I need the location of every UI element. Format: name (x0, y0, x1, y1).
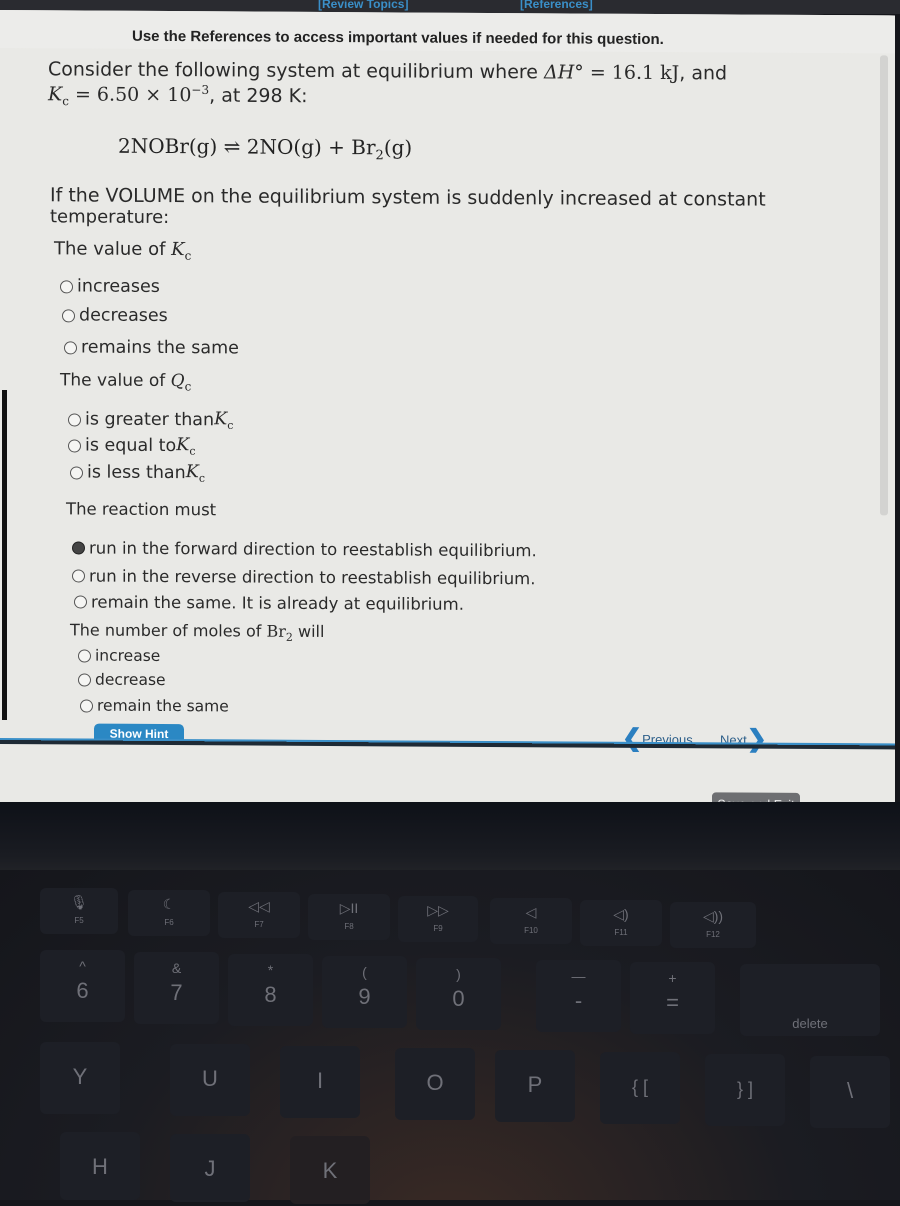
kc-prompt: The value of Kc (54, 238, 192, 263)
key-f8[interactable]: ▷II F8 (308, 894, 390, 940)
header-band: Use the References to access important v… (0, 10, 895, 54)
question-panel: Use the References to access important v… (0, 10, 895, 817)
radio-button[interactable] (68, 439, 81, 453)
moon-icon: ☾ (162, 896, 176, 912)
references-note: Use the References to access important v… (132, 27, 664, 49)
key-equals[interactable]: + = (630, 962, 715, 1034)
key-f10[interactable]: ◁ F10 (490, 898, 572, 944)
mic-icon: 🎙 (70, 894, 88, 910)
radio-button-with-cursor[interactable] (72, 541, 85, 555)
key-backslash[interactable]: \ (810, 1056, 890, 1128)
key-p[interactable]: P (495, 1050, 575, 1122)
key-9[interactable]: (9 (322, 956, 407, 1028)
qc-option-less[interactable]: is less than Kc (70, 461, 205, 485)
kc-option-decreases[interactable]: decreases (62, 305, 168, 326)
scrollbar[interactable] (880, 55, 888, 516)
volume-up-icon: ◁)) (702, 908, 724, 924)
play-pause-icon: ▷II (339, 900, 359, 916)
reaction-option-reverse[interactable]: run in the reverse direction to reestabl… (72, 566, 535, 588)
key-right-bracket[interactable]: } ] (705, 1054, 785, 1126)
radio-button[interactable] (70, 466, 83, 480)
key-f7[interactable]: ◁◁ F7 (218, 892, 300, 938)
laptop-keyboard: 🎙 F5 ☾ F6 ◁◁ F7 ▷II F8 ▷▷ F9 ◁ F10 ◁) F11 ◁)) F1… (0, 870, 900, 1204)
key-f6[interactable]: ☾ F6 (128, 890, 210, 936)
key-0[interactable]: ) 0 (416, 958, 501, 1030)
key-k[interactable]: K (290, 1136, 370, 1204)
left-divider (2, 390, 7, 721)
key-f11[interactable]: ◁) F11 (580, 900, 662, 946)
radio-button[interactable] (72, 569, 85, 583)
condition-text-line2: temperature: (50, 206, 170, 229)
reaction-option-same[interactable]: remain the same. It is already at equili… (74, 592, 464, 614)
qc-option-equal[interactable]: is equal to Kc (68, 434, 195, 458)
radio-button[interactable] (78, 648, 91, 663)
key-left-bracket[interactable]: { [ (600, 1052, 680, 1124)
key-8[interactable]: * 8 (228, 954, 313, 1026)
key-u[interactable]: U (170, 1044, 250, 1116)
question-intro: Consider the following system at equilib… (48, 58, 728, 85)
key-h[interactable]: H (60, 1132, 140, 1200)
radio-button[interactable] (62, 308, 75, 322)
radio-button[interactable] (80, 698, 93, 713)
key-i[interactable]: I (280, 1046, 360, 1118)
kc-option-increases[interactable]: increases (60, 276, 160, 297)
references-link[interactable]: [References] (520, 0, 593, 11)
radio-button[interactable] (74, 595, 87, 609)
key-7[interactable]: & 7 (134, 952, 219, 1024)
moles-prompt: The number of moles of Br2 will (70, 620, 325, 644)
moles-option-increase[interactable]: increase (78, 646, 160, 665)
key-y[interactable]: Y (40, 1042, 120, 1114)
qc-prompt: The value of Qc (60, 370, 192, 394)
radio-button[interactable] (60, 279, 73, 293)
radio-button[interactable] (64, 340, 77, 354)
kc-statement: Kc = 6.50 × 10−3, at 298 K: (48, 83, 308, 109)
reaction-option-forward[interactable]: run in the forward direction to reestabl… (72, 538, 537, 560)
reaction-prompt: The reaction must (66, 499, 217, 520)
volume-down-icon: ◁) (613, 906, 629, 922)
radio-button[interactable] (78, 672, 91, 687)
key-6[interactable]: ^ 6 (40, 950, 125, 1022)
moles-option-decrease[interactable]: decrease (78, 670, 166, 689)
qc-option-greater[interactable]: is greater than Kc (68, 408, 233, 432)
key-f9[interactable]: ▷▷ F9 (398, 896, 478, 942)
radio-button[interactable] (68, 413, 81, 427)
key-f5[interactable]: 🎙 F5 (40, 888, 118, 934)
moles-option-same[interactable]: remain the same (80, 696, 229, 715)
kc-option-same[interactable]: remains the same (64, 337, 239, 358)
key-minus[interactable]: — - (536, 960, 621, 1032)
key-j[interactable]: J (170, 1134, 250, 1202)
chemical-equation: 2NOBr(g) ⇌ 2NO(g) + Br2(g) (118, 133, 413, 164)
key-delete[interactable]: delete (740, 964, 880, 1036)
review-topics-link[interactable]: [Review Topics] (318, 0, 408, 11)
key-f12[interactable]: ◁)) F12 (670, 902, 756, 948)
mute-icon: ◁ (525, 904, 537, 920)
fast-forward-icon: ▷▷ (427, 902, 449, 918)
key-o[interactable]: O (395, 1048, 475, 1120)
rewind-icon: ◁◁ (248, 898, 270, 914)
